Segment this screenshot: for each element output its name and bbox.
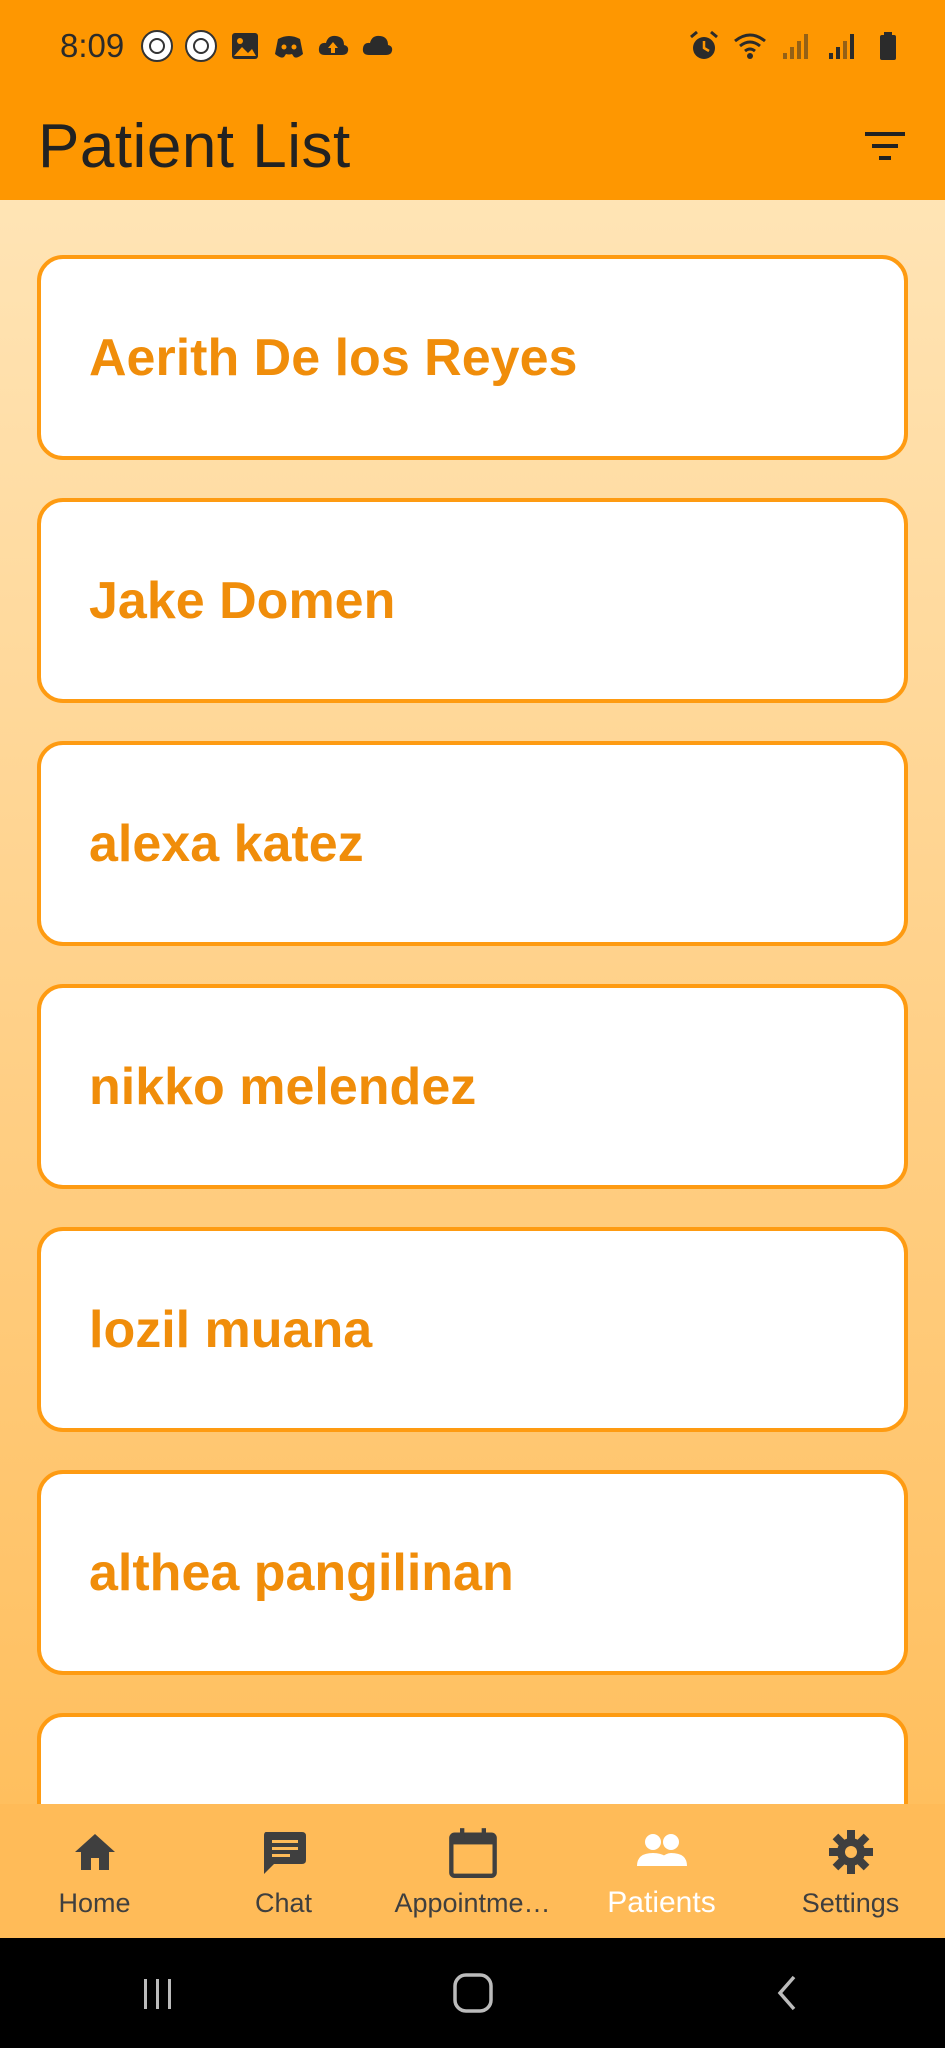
- calendar-icon: [445, 1824, 501, 1880]
- patient-name: nikko melendez: [89, 1057, 477, 1116]
- system-navigation: [0, 1938, 945, 2048]
- page-title: Patient List: [38, 111, 351, 181]
- battery-icon: [871, 29, 905, 63]
- status-time: 8:09: [60, 27, 125, 64]
- back-icon[interactable]: [748, 1953, 828, 2033]
- home-circle-icon[interactable]: [433, 1953, 513, 2033]
- patient-list: Aerith De los Reyes Jake Domen alexa kat…: [37, 255, 908, 1804]
- nav-item-settings[interactable]: Settings: [756, 1824, 945, 1919]
- patient-card[interactable]: Aerith De los Reyes: [37, 255, 908, 460]
- patient-card[interactable]: [37, 1713, 908, 1804]
- home-icon: [67, 1824, 123, 1880]
- gear-icon: [823, 1824, 879, 1880]
- nav-label: Patients: [607, 1886, 716, 1919]
- signal-icon: [825, 29, 859, 63]
- filter-icon[interactable]: [857, 118, 913, 174]
- patient-name: lozil muana: [89, 1300, 373, 1359]
- status-bar-left: 8:09: [60, 27, 394, 65]
- bottom-navigation: Home Chat Appointme… Patients Settings: [0, 1804, 945, 1938]
- status-bar: 8:09: [0, 0, 945, 92]
- patient-card[interactable]: nikko melendez: [37, 984, 908, 1189]
- patient-card[interactable]: lozil muana: [37, 1227, 908, 1432]
- patient-card[interactable]: althea pangilinan: [37, 1470, 908, 1675]
- chat-icon: [256, 1824, 312, 1880]
- nav-item-appointments[interactable]: Appointme…: [378, 1824, 567, 1919]
- recent-apps-icon[interactable]: [118, 1953, 198, 2033]
- people-icon: [634, 1822, 690, 1878]
- nav-label: Appointme…: [394, 1887, 551, 1918]
- image-icon: [228, 29, 262, 63]
- patient-name: Aerith De los Reyes: [89, 328, 578, 387]
- app-badge-icon: [184, 29, 218, 63]
- patient-name: alexa katez: [89, 814, 364, 873]
- patient-name: althea pangilinan: [89, 1543, 514, 1602]
- app-badge-icon: [140, 29, 174, 63]
- cloud-upload-icon: [316, 29, 350, 63]
- patient-name: Jake Domen: [89, 571, 396, 630]
- app-bar: Patient List: [0, 92, 945, 200]
- patient-card[interactable]: Jake Domen: [37, 498, 908, 703]
- nav-label: Settings: [801, 1887, 900, 1918]
- signal-icon: [779, 29, 813, 63]
- nav-label: Home: [58, 1887, 131, 1918]
- cloud-icon: [360, 29, 394, 63]
- nav-item-home[interactable]: Home: [0, 1824, 189, 1919]
- patient-card[interactable]: alexa katez: [37, 741, 908, 946]
- nav-item-patients[interactable]: Patients: [567, 1822, 756, 1920]
- nav-item-chat[interactable]: Chat: [189, 1824, 378, 1919]
- status-bar-right: [687, 29, 905, 63]
- alarm-icon: [687, 29, 721, 63]
- patient-list-container[interactable]: Aerith De los Reyes Jake Domen alexa kat…: [0, 200, 945, 1804]
- nav-label: Chat: [254, 1887, 313, 1918]
- wifi-icon: [733, 29, 767, 63]
- discord-icon: [272, 29, 306, 63]
